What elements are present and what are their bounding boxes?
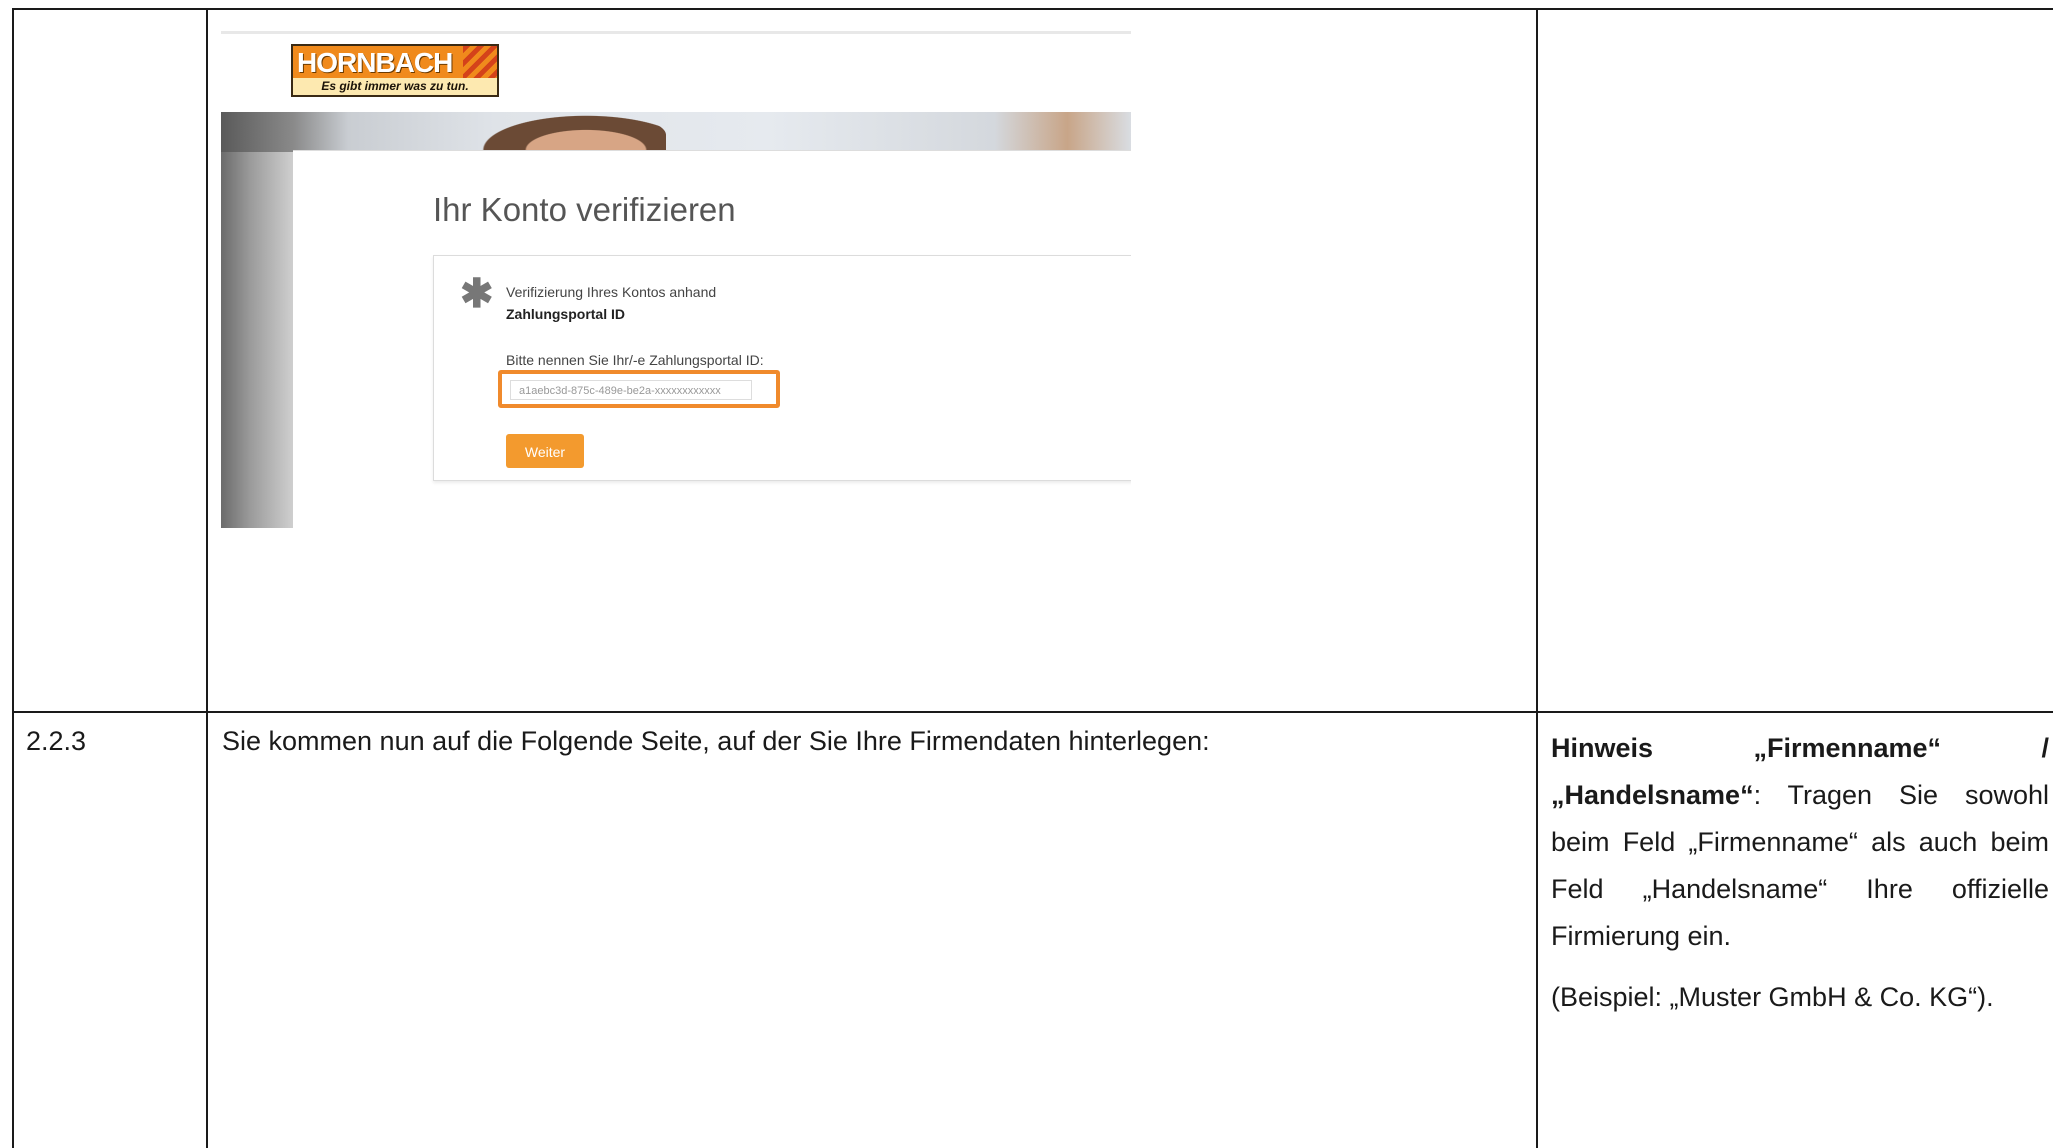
logo-slogan: Es gibt immer was zu tun. (293, 78, 497, 95)
input-highlight: a1aebc3d-875c-489e-be2a-xxxxxxxxxxxx (498, 370, 780, 408)
screenshot-header-line (221, 31, 1131, 34)
step-number: 2.2.3 (26, 726, 87, 756)
column-divider-2 (1536, 8, 1538, 1148)
column-divider-1 (206, 8, 208, 1148)
table-left-border (12, 8, 14, 1148)
embedded-screenshot: HORNBACH Es gibt immer was zu tun. Ihr K… (221, 28, 1131, 528)
step-description: Sie kommen nun auf die Folgende Seite, a… (222, 726, 1210, 756)
verification-card: Ihr Konto verifizieren ✱ Verifizierung I… (293, 150, 1131, 528)
id-field-label: Bitte nennen Sie Ihr/-e Zahlungsportal I… (506, 352, 764, 368)
logo-brand: HORNBACH (297, 47, 453, 78)
verification-method: Zahlungsportal ID (506, 306, 625, 322)
hint-note: Hinweis „Firmenname“ / „Handelsname“: Tr… (1551, 725, 2049, 1021)
weiter-button[interactable]: Weiter (506, 434, 584, 468)
hint-example: (Beispiel: „Muster GmbH & Co. KG“). (1551, 982, 1994, 1012)
verification-panel: ✱ Verifizierung Ihres Kontos anhand Zahl… (433, 255, 1131, 481)
side-background-image (221, 152, 293, 528)
zahlungsportal-id-input[interactable]: a1aebc3d-875c-489e-be2a-xxxxxxxxxxxx (510, 380, 752, 400)
page-title: Ihr Konto verifizieren (433, 191, 736, 228)
logo-stripes-icon (463, 46, 497, 79)
hint-paragraph: Hinweis „Firmenname“ / „Handelsname“: Tr… (1551, 725, 2049, 960)
header-banner-image (221, 112, 1131, 152)
row-divider (12, 711, 2053, 713)
asterisk-icon: ✱ (460, 272, 494, 316)
table-top-border (12, 8, 2053, 10)
verification-description: Verifizierung Ihres Kontos anhand (506, 284, 717, 300)
hornbach-logo: HORNBACH Es gibt immer was zu tun. (291, 44, 499, 97)
